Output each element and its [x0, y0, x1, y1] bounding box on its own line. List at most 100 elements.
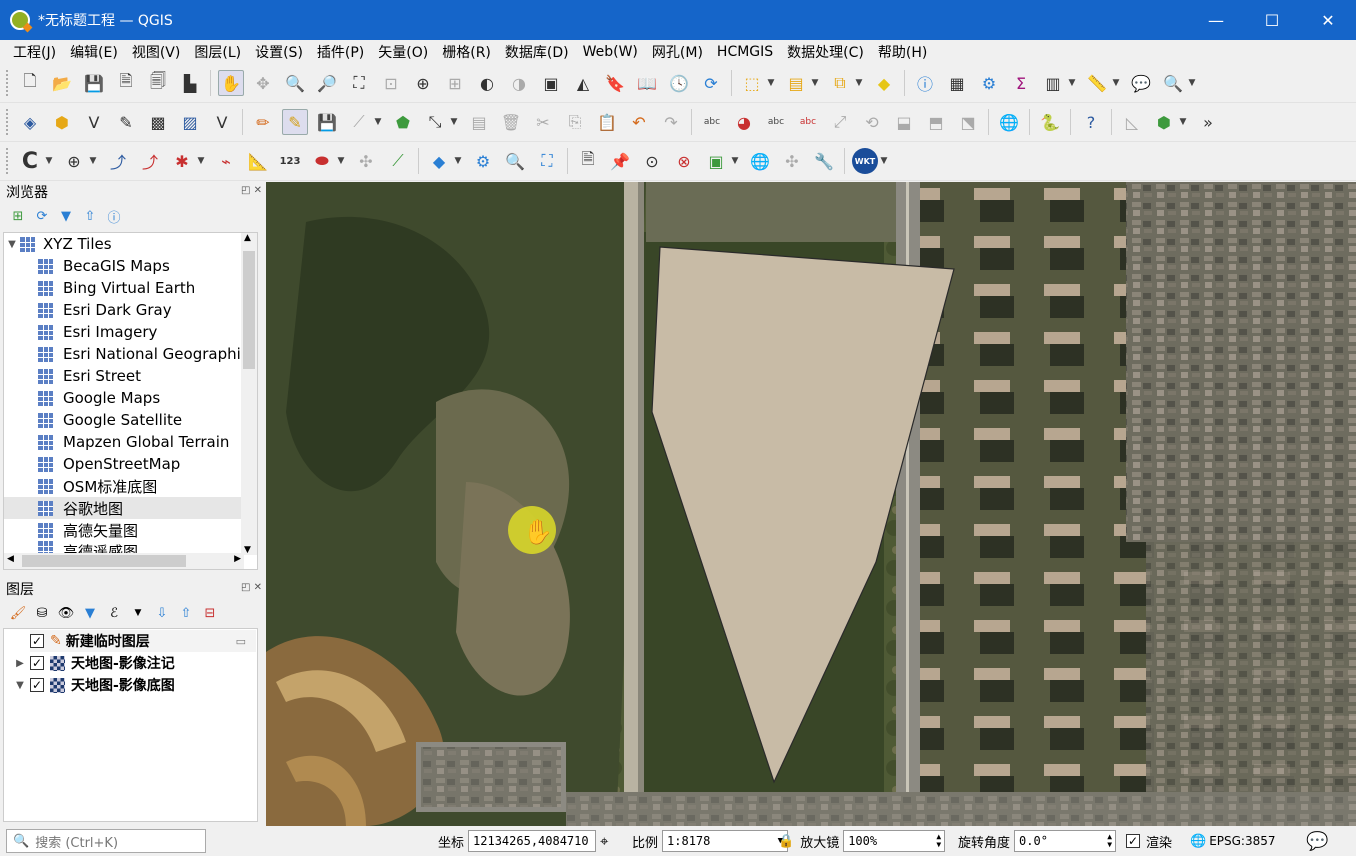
close-button[interactable]: ✕ — [1300, 0, 1356, 40]
zoom-last-icon[interactable]: ◐ — [474, 70, 500, 96]
pan-to-selection-icon[interactable]: ✥ — [250, 70, 276, 96]
crs-section[interactable]: 🌐 EPSG:3857 — [1190, 826, 1276, 856]
cut-features-icon[interactable]: ✂ — [530, 109, 556, 135]
mouse-coordinate-toggle-icon[interactable]: ⌖ — [600, 832, 608, 850]
data-source-manager-icon[interactable]: ◈ — [17, 109, 43, 135]
zoom-full-icon[interactable]: ⛶ — [346, 70, 372, 96]
toolbar-grip[interactable] — [6, 109, 10, 135]
menu-raster[interactable]: 栅格(R) — [435, 42, 498, 62]
scroll-down-icon[interactable]: ▼ — [244, 545, 251, 555]
layer-styling-icon[interactable]: ◆ — [426, 148, 452, 174]
new-project-icon[interactable]: 🗋 — [17, 70, 43, 96]
refresh-icon[interactable]: ⟳ — [698, 70, 724, 96]
messages-section[interactable]: 💬 — [1306, 826, 1328, 856]
list-item[interactable]: Esri Imagery — [4, 321, 244, 343]
list-item[interactable]: Google Maps — [4, 387, 244, 409]
new-geopackage-icon[interactable]: ⬢ — [49, 109, 75, 135]
redo-icon[interactable]: ↷ — [658, 109, 684, 135]
chevron-down-icon[interactable]: ▼ — [1186, 70, 1198, 96]
show-bookmarks-icon[interactable]: 📖 — [634, 70, 660, 96]
chevron-down-icon[interactable]: ▼ — [372, 109, 384, 135]
locator-search-icon[interactable]: 🔍 — [1160, 70, 1186, 96]
add-virtual-layer-icon[interactable]: V — [209, 109, 235, 135]
chevron-down-icon[interactable]: ▼ — [126, 602, 150, 624]
save-layer-edits-icon[interactable]: 💾 — [314, 109, 340, 135]
menu-vector[interactable]: 矢量(O) — [371, 42, 435, 62]
split-line-icon[interactable]: ✱ — [169, 148, 195, 174]
map-canvas[interactable]: ✋ — [266, 182, 1356, 826]
temporal-controller-icon[interactable]: 🕓 — [666, 70, 692, 96]
zoom-to-layer-icon[interactable]: ⊕ — [410, 70, 436, 96]
xy-tool-icon[interactable]: ⤴ — [105, 148, 131, 174]
chevron-down-icon[interactable]: ▼ — [853, 70, 865, 96]
add-raster-layer-icon[interactable]: ▩ — [145, 109, 171, 135]
chevron-down-icon[interactable]: ▼ — [878, 148, 890, 174]
expand-all-icon[interactable]: ⇩ — [150, 602, 174, 624]
lock-icon[interactable]: 🔒 — [778, 834, 794, 849]
scrollbar-thumb[interactable] — [22, 555, 186, 567]
chevron-down-icon[interactable]: ▼ — [1110, 70, 1122, 96]
toolbox-icon[interactable]: ⚙ — [976, 70, 1002, 96]
plugin-globe-icon[interactable]: 🌐 — [996, 109, 1022, 135]
new-print-layout-icon[interactable]: 🗎 — [113, 70, 139, 96]
label-props-icon[interactable]: ⬒ — [923, 109, 949, 135]
add-polygon-feature-icon[interactable]: ⬟ — [390, 109, 416, 135]
menu-settings[interactable]: 设置(S) — [248, 42, 310, 62]
shape-tool-icon[interactable]: ⬬ — [309, 148, 335, 174]
current-edits-icon[interactable]: ✏ — [250, 109, 276, 135]
digitize-line-icon[interactable]: ⟋ — [346, 109, 372, 135]
node-tool-icon[interactable]: ⟋ — [385, 148, 411, 174]
zoom-in-icon[interactable]: 🔍 — [282, 70, 308, 96]
toolbar-grip[interactable] — [6, 70, 10, 96]
refresh-icon[interactable]: ⟳ — [30, 205, 54, 227]
export-document-icon[interactable]: 🗎 — [575, 148, 601, 174]
search-zoom-icon[interactable]: 🔍 — [502, 148, 528, 174]
spinner-arrows-icon[interactable]: ▲ ▼ — [1107, 833, 1112, 849]
new-bookmark-icon[interactable]: 🔖 — [602, 70, 628, 96]
coordinate-field[interactable]: 12134265,4084710 — [468, 830, 597, 852]
list-item[interactable]: OSM标准底图 — [4, 475, 244, 497]
list-item[interactable]: OpenStreetMap — [4, 453, 244, 475]
move-label-icon[interactable]: ⤢ — [827, 109, 853, 135]
menu-mesh[interactable]: 网孔(M) — [645, 42, 710, 62]
add-selected-layers-icon[interactable]: ⊞ — [6, 205, 30, 227]
zoom-native-icon[interactable]: ⊞ — [442, 70, 468, 96]
crosshair-icon[interactable]: ⊕ — [61, 148, 87, 174]
select-by-value-icon[interactable]: ▤ — [783, 70, 809, 96]
zoom-point-icon[interactable]: ⊙ — [639, 148, 665, 174]
chevron-down-icon[interactable]: ▼ — [43, 148, 55, 174]
info-icon[interactable]: ⓘ — [102, 205, 126, 227]
collapse-all-icon[interactable]: ⇧ — [174, 602, 198, 624]
layout-manager-icon[interactable]: 🗐 — [145, 70, 171, 96]
collapse-all-icon[interactable]: ⇧ — [78, 205, 102, 227]
layer-visibility-checkbox[interactable]: ✓ — [30, 634, 44, 648]
paste-features-icon[interactable]: 📋 — [594, 109, 620, 135]
measure-ruler-icon[interactable]: 📐 — [245, 148, 271, 174]
list-item[interactable]: BecaGIS Maps — [4, 255, 244, 277]
chevron-down-icon[interactable]: ▼ — [335, 148, 347, 174]
attribute-table-icon[interactable]: ▦ — [944, 70, 970, 96]
scroll-left-icon[interactable]: ◀ — [7, 554, 14, 564]
list-item[interactable]: Bing Virtual Earth — [4, 277, 244, 299]
menu-processing[interactable]: 数据处理(C) — [780, 42, 871, 62]
change-label-icon[interactable]: ⬓ — [891, 109, 917, 135]
chevron-down-icon[interactable]: ▼ — [452, 148, 464, 174]
identify-features-icon[interactable]: ⓘ — [912, 70, 938, 96]
open-project-icon[interactable]: 📂 — [49, 70, 75, 96]
label-tool-icon[interactable]: abc — [699, 109, 725, 135]
layer-visibility-checkbox[interactable]: ✓ — [30, 656, 44, 670]
modify-attributes-icon[interactable]: ▤ — [466, 109, 492, 135]
densify-icon[interactable]: ⌁ — [213, 148, 239, 174]
scroll-up-icon[interactable]: ▲ — [244, 233, 251, 243]
measure-angle-icon[interactable]: ◺ — [1119, 109, 1145, 135]
toggle-editing-icon[interactable]: ✎ — [282, 109, 308, 135]
menu-web[interactable]: Web(W) — [576, 44, 645, 60]
horizontal-scrollbar[interactable]: ◀ ▶ — [4, 553, 244, 569]
list-item[interactable]: 高德矢量图 — [4, 519, 244, 541]
deselect-all-icon[interactable]: ⧉ — [827, 70, 853, 96]
menu-view[interactable]: 视图(V) — [125, 42, 188, 62]
snapping-icon[interactable]: ✣ — [353, 148, 379, 174]
locator-search-input[interactable]: 🔍 搜索 (Ctrl+K) — [6, 829, 206, 853]
chevron-down-icon[interactable]: ▼ — [765, 70, 777, 96]
pin-labels-icon[interactable]: abc — [763, 109, 789, 135]
